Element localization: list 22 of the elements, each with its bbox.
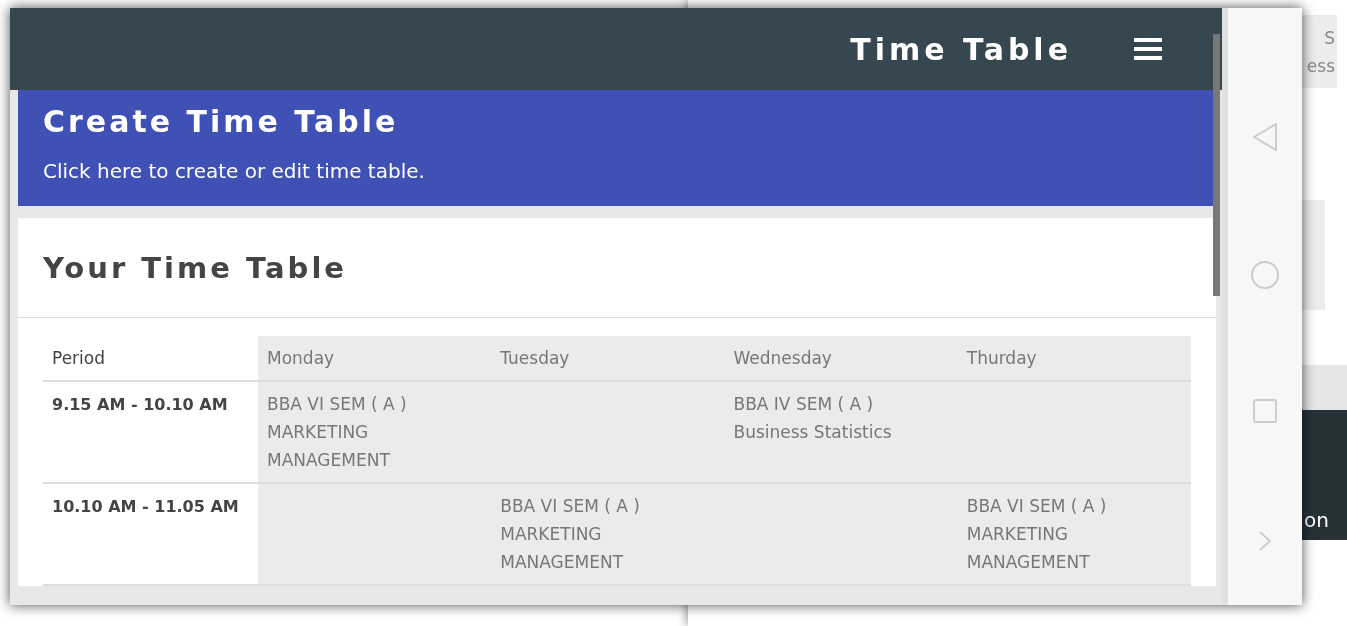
home-icon[interactable] — [1250, 260, 1280, 291]
column-header: Wednesday — [724, 336, 958, 382]
background-text: S — [1324, 26, 1335, 50]
table-cell: BBA VI SEM ( A ) MARKETING MANAGEMENT — [258, 382, 492, 484]
square-icon[interactable] — [1253, 398, 1277, 423]
table-cell: BBA VI SEM ( A ) MARKETING MANAGEMENT — [957, 484, 1191, 586]
app-title: Time Table — [850, 31, 1072, 67]
column-header: Monday — [258, 336, 492, 382]
create-card[interactable]: Create Time Table Click here to create or edit time table. — [18, 90, 1216, 206]
card-text: Click here to create or edit time table. — [43, 159, 426, 183]
back-icon[interactable] — [1252, 122, 1278, 153]
table-cell: BBA IV SEM ( A ) Business Statistics — [724, 382, 958, 484]
card-title: Your Time Table — [43, 250, 347, 285]
table-cell: BBA VI SEM ( A ) MARKETING MANAGEMENT — [491, 484, 725, 586]
menu-icon[interactable] — [1134, 38, 1162, 60]
scrollbar[interactable] — [1213, 34, 1220, 296]
background-text: on — [1304, 508, 1329, 532]
column-header: Thurday — [957, 336, 1191, 382]
card-title: Create Time Table — [43, 104, 400, 139]
background-text: ess — [1306, 54, 1335, 78]
chevron-icon[interactable] — [1259, 530, 1271, 551]
column-header: Tuesday — [491, 336, 725, 382]
